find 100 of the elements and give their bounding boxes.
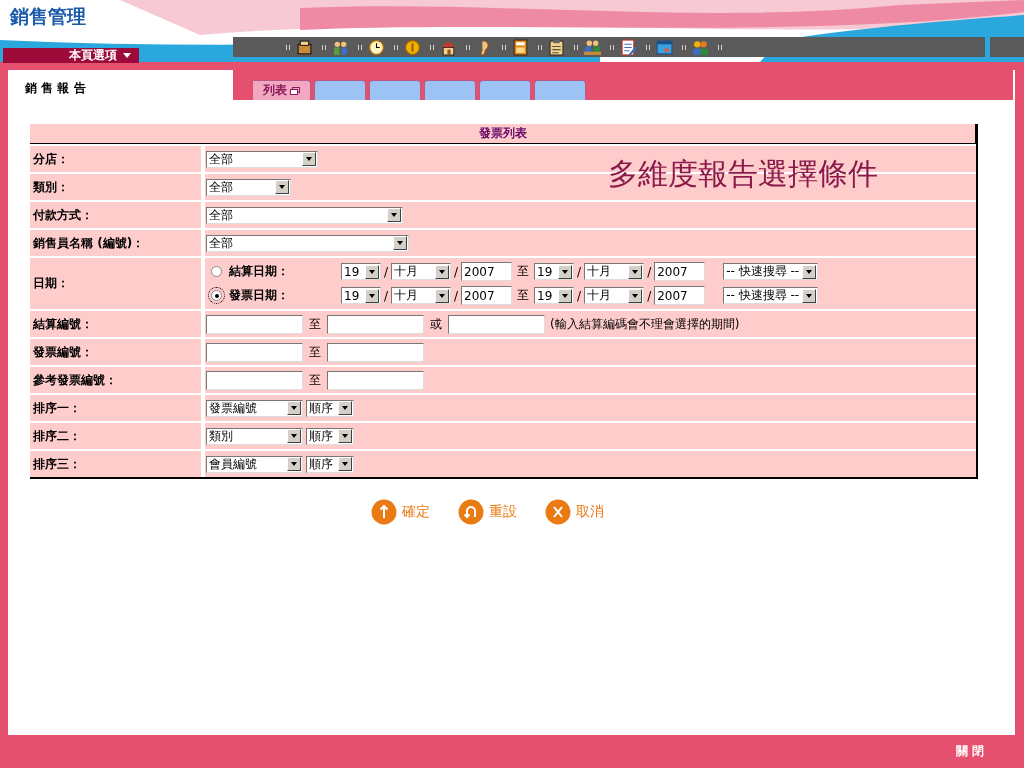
field-label: 分店： <box>33 150 69 168</box>
tab[interactable] <box>479 80 531 100</box>
tab[interactable]: 列表 <box>243 80 311 100</box>
caret-icon <box>435 288 450 303</box>
field-label: 付款方式： <box>33 206 93 224</box>
logo: 銷售管理 <box>10 4 86 29</box>
window-icon <box>290 86 300 95</box>
month-dropdown[interactable]: 十月 <box>391 263 452 280</box>
input-field[interactable] <box>327 314 424 334</box>
annotation-text: 多維度報告選擇條件 <box>608 155 878 193</box>
hint-text: (輸入結算編碼會不理會選擇的期間) <box>550 315 740 333</box>
year-field[interactable]: 2007 <box>461 262 513 281</box>
window-icon[interactable] <box>656 38 673 56</box>
year-field[interactable]: 2007 <box>654 262 706 281</box>
date-separator: / <box>454 288 459 303</box>
day-dropdown[interactable]: 19 <box>341 263 381 280</box>
box-icon[interactable] <box>296 38 313 56</box>
close-button[interactable]: 關 閉 <box>955 743 984 760</box>
input-field[interactable] <box>206 342 303 362</box>
month-dropdown[interactable]: 十月 <box>584 287 645 304</box>
dropdown[interactable]: 全部 <box>206 234 409 252</box>
input-field[interactable] <box>448 314 545 334</box>
radio-button[interactable] <box>211 266 222 277</box>
caret-icon <box>123 53 131 58</box>
caret-icon <box>338 429 352 443</box>
caret-icon <box>365 288 379 303</box>
input-field[interactable] <box>327 342 424 362</box>
house-icon[interactable] <box>440 38 457 56</box>
caret-icon <box>275 180 289 194</box>
day-dropdown[interactable]: 19 <box>534 287 575 304</box>
range-separator: 至 <box>517 287 530 304</box>
date-separator: / <box>577 264 582 279</box>
field-label: 結算編號： <box>33 315 93 333</box>
range-separator: 至 <box>309 315 321 333</box>
dropdown[interactable]: 全部 <box>206 206 403 224</box>
field-label: 排序三： <box>33 455 81 473</box>
caret-icon <box>302 152 316 166</box>
field-label: 類別： <box>33 178 69 196</box>
caret-icon <box>287 457 301 471</box>
tab[interactable] <box>534 80 586 100</box>
range-separator: 至 <box>309 371 321 389</box>
sort-field-dropdown[interactable]: 會員編號 <box>206 455 303 473</box>
caret-icon <box>387 208 401 222</box>
toolbar-panel <box>990 37 1024 57</box>
caret-icon <box>338 401 352 415</box>
sort-order-dropdown[interactable]: 順序 <box>306 455 354 473</box>
quick-search-dropdown[interactable]: -- 快速搜尋 -- <box>723 287 819 304</box>
month-dropdown[interactable]: 十月 <box>391 287 452 304</box>
sort-field-dropdown[interactable]: 發票編號 <box>206 399 303 417</box>
field-label: 排序二： <box>33 427 81 445</box>
input-field[interactable] <box>327 370 424 390</box>
caret-icon <box>628 288 643 303</box>
calculator-icon[interactable] <box>512 38 529 56</box>
quick-search-dropdown[interactable]: -- 快速搜尋 -- <box>723 263 819 280</box>
tab[interactable] <box>314 80 366 100</box>
sort-order-dropdown[interactable]: 順序 <box>306 427 354 445</box>
users-icon[interactable] <box>692 38 709 56</box>
page-title: 銷 售 報 告 <box>25 81 86 95</box>
caret-icon <box>393 236 407 250</box>
clipboard-icon[interactable] <box>548 38 565 56</box>
date-separator: / <box>384 264 389 279</box>
date-separator: / <box>647 264 652 279</box>
coin-icon[interactable] <box>404 38 421 56</box>
close-icon <box>545 499 571 525</box>
date-separator: / <box>454 264 459 279</box>
caret-icon <box>802 288 817 303</box>
caret-icon <box>287 401 301 415</box>
date-separator: / <box>384 288 389 303</box>
caret-icon <box>365 264 379 279</box>
group-icon[interactable] <box>584 38 601 56</box>
field-label: 排序一： <box>33 399 81 417</box>
range-separator: 至 <box>517 263 530 280</box>
caret-icon <box>558 288 573 303</box>
caret-icon <box>338 457 352 471</box>
dropdown[interactable]: 全部 <box>206 178 291 196</box>
tab[interactable] <box>424 80 476 100</box>
tab[interactable] <box>369 80 421 100</box>
month-dropdown[interactable]: 十月 <box>584 263 645 280</box>
day-dropdown[interactable]: 19 <box>534 263 575 280</box>
form-title: 發票列表 <box>478 125 527 142</box>
dropdown[interactable]: 全部 <box>206 150 318 168</box>
caret-icon <box>287 429 301 443</box>
caret-icon <box>628 264 643 279</box>
year-field[interactable]: 2007 <box>654 286 706 305</box>
radio-button[interactable] <box>211 290 222 301</box>
clock-icon[interactable] <box>368 38 385 56</box>
sort-order-dropdown[interactable]: 順序 <box>306 399 354 417</box>
caret-icon <box>558 264 573 279</box>
year-field[interactable]: 2007 <box>461 286 513 305</box>
input-field[interactable] <box>206 314 303 334</box>
undo-icon <box>458 499 484 525</box>
range-separator: 至 <box>309 343 321 361</box>
day-dropdown[interactable]: 19 <box>341 287 381 304</box>
date-separator: / <box>647 288 652 303</box>
radio-label: 結算日期： <box>229 263 290 280</box>
notepad-icon[interactable] <box>620 38 637 56</box>
field-label: 發票編號： <box>33 343 93 361</box>
page-options-menu[interactable]: 本頁選項 <box>3 48 139 63</box>
sort-field-dropdown[interactable]: 類別 <box>206 427 303 445</box>
input-field[interactable] <box>206 370 303 390</box>
